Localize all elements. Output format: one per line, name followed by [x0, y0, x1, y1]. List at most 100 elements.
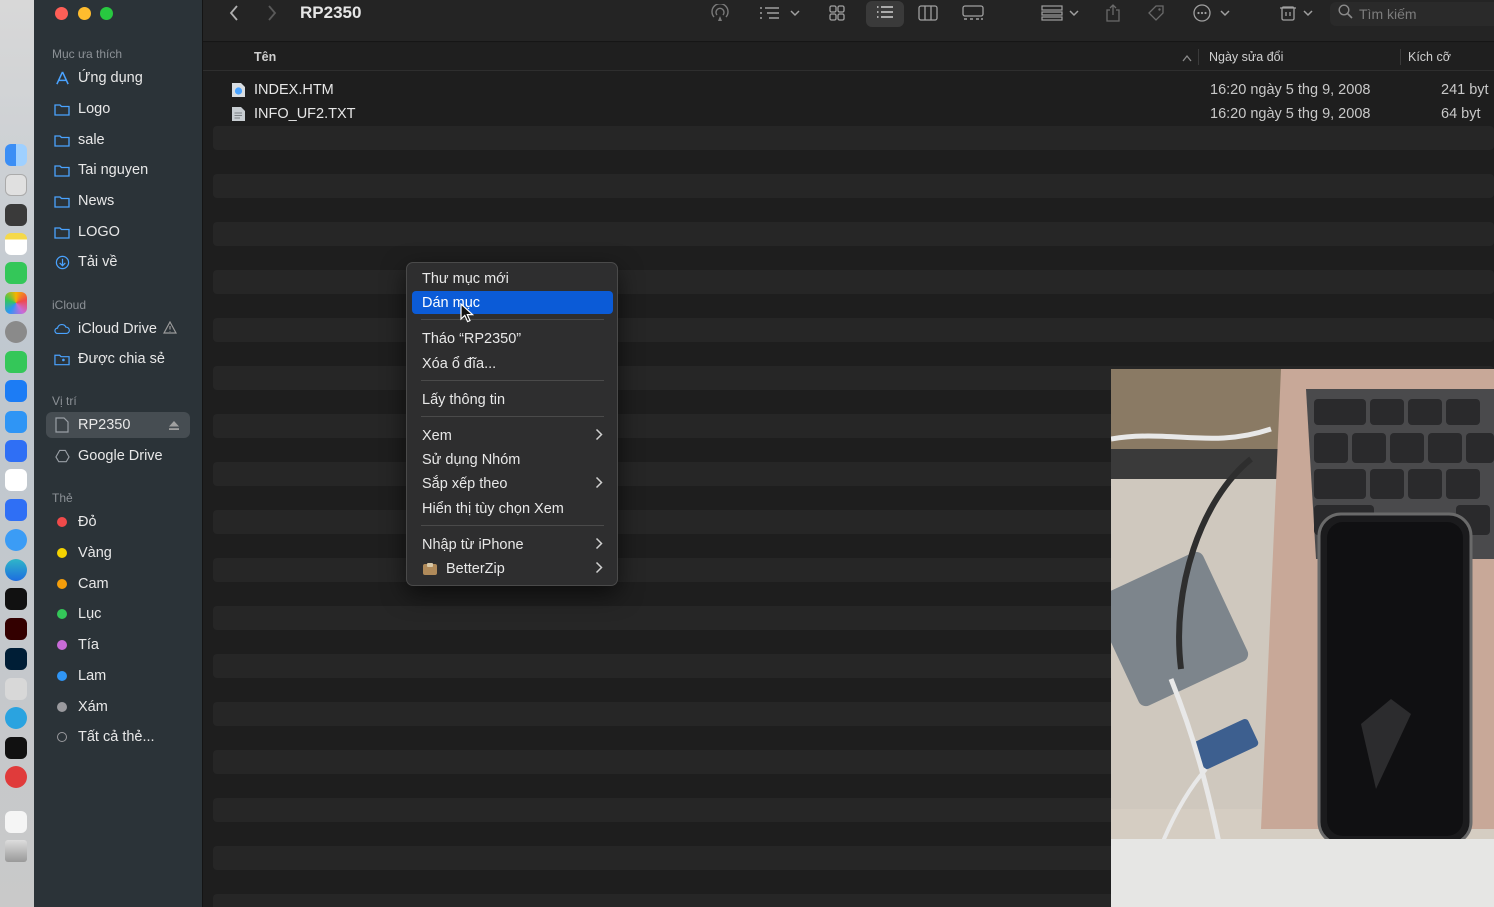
sidebar-tag-gray[interactable]: Xám [46, 694, 190, 720]
sidebar-item-news[interactable]: News [46, 188, 190, 214]
column-view-button[interactable] [916, 4, 940, 26]
sidebar-tag-yellow[interactable]: Vàng [46, 540, 190, 566]
back-button[interactable] [225, 4, 243, 26]
sidebar-tag-blue[interactable]: Lam [46, 663, 190, 689]
sidebar-item-sale[interactable]: sale [46, 127, 190, 153]
menu-item-label: Lấy thông tin [422, 391, 506, 408]
context-menu: Thư mục mới Dán mục Tháo “RP2350” Xóa ổ … [406, 262, 618, 586]
group-button[interactable] [1040, 4, 1080, 26]
menu-item-view[interactable]: Xem [412, 424, 613, 447]
column-name-header[interactable]: Tên [254, 50, 276, 64]
pen-app-dock-icon[interactable] [5, 678, 27, 700]
menu-separator [421, 319, 604, 320]
notes-dock-icon[interactable] [5, 233, 27, 255]
capcut-alt-dock-icon[interactable] [5, 737, 27, 759]
sidebar-item-label: LOGO [78, 224, 120, 240]
sidebar-item-applications[interactable]: Ứng dụng [46, 65, 190, 91]
gray-dot-icon [57, 702, 67, 712]
app-dock-icon[interactable] [5, 440, 27, 462]
forward-button[interactable] [263, 4, 281, 26]
sidebar-item-logo[interactable]: Logo [46, 96, 190, 122]
table-row[interactable]: INFO_UF2.TXT 16:20 ngày 5 thg 9, 2008 64… [213, 102, 1494, 126]
illustrator-dock-icon[interactable] [5, 618, 27, 640]
column-size-header[interactable]: Kích cỡ [1408, 50, 1451, 64]
sidebar-item-rp2350[interactable]: RP2350 [46, 412, 190, 438]
gallery-view-button[interactable] [961, 4, 985, 26]
menu-item-show-view-options[interactable]: Hiển thị tùy chọn Xem [412, 497, 613, 520]
edge-dock-icon[interactable] [5, 559, 27, 581]
menu-item-new-folder[interactable]: Thư mục mới [412, 267, 613, 290]
folder-icon [54, 224, 70, 240]
document-dock-icon[interactable] [5, 811, 27, 833]
sidebar-item-logo-upper[interactable]: LOGO [46, 219, 190, 245]
folder-icon [54, 132, 70, 148]
table-row[interactable]: INDEX.HTM 16:20 ngày 5 thg 9, 2008 241 b… [213, 78, 1494, 102]
photoshop-dock-icon[interactable] [5, 648, 27, 670]
icon-view-button[interactable] [825, 4, 849, 26]
sidebar-item-tai-nguyen[interactable]: Tai nguyen [46, 157, 190, 183]
app-alt-dock-icon[interactable] [5, 766, 27, 788]
sidebar-tag-orange[interactable]: Cam [46, 571, 190, 597]
share-button[interactable] [1102, 3, 1124, 26]
sidebar-tag-red[interactable]: Đỏ [46, 509, 190, 535]
action-button[interactable] [1278, 4, 1314, 26]
chevron-right-icon [595, 476, 603, 493]
menu-separator [421, 416, 604, 417]
airdrop-button[interactable] [708, 2, 732, 26]
forward-icon [267, 4, 277, 26]
column-divider[interactable] [1400, 49, 1401, 65]
sidebar-item-label: Đỏ [78, 514, 97, 530]
sidebar-item-icloud-drive[interactable]: iCloud Drive [46, 316, 190, 342]
minimize-window-button[interactable] [78, 7, 91, 20]
action-icon [1279, 4, 1313, 27]
back-icon [229, 4, 239, 26]
safari-dock-icon[interactable] [5, 529, 27, 551]
launchpad-dock-icon[interactable] [5, 174, 27, 196]
search-input[interactable] [1359, 6, 1479, 22]
finder-dock-icon[interactable] [5, 144, 27, 166]
column-date-header[interactable]: Ngày sửa đổi [1209, 50, 1283, 64]
photos-dock-icon[interactable] [5, 292, 27, 314]
facetime-dock-icon[interactable] [5, 351, 27, 373]
more-button[interactable] [1191, 3, 1231, 26]
row-stripe [213, 126, 1494, 150]
eject-icon[interactable] [168, 419, 180, 435]
tag-button[interactable] [1145, 4, 1167, 26]
shared-folder-icon [54, 351, 70, 367]
menu-item-erase-disk[interactable]: Xóa ổ đĩa... [412, 352, 613, 375]
close-window-button[interactable] [55, 7, 68, 20]
messenger-dock-icon[interactable] [5, 499, 27, 521]
settings-dock-icon[interactable] [5, 321, 27, 343]
column-divider[interactable] [1198, 49, 1199, 65]
chevron-right-icon [595, 428, 603, 445]
app-store-dock-icon[interactable] [5, 380, 27, 402]
zoom-window-button[interactable] [100, 7, 113, 20]
menu-item-eject[interactable]: Tháo “RP2350” [412, 327, 613, 350]
sidebar-item-shared[interactable]: Được chia sẻ [46, 346, 190, 372]
capcut-dock-icon[interactable] [5, 588, 27, 610]
calculator-dock-icon[interactable] [5, 204, 27, 226]
search-field[interactable] [1330, 2, 1494, 26]
telegram-dock-icon[interactable] [5, 707, 27, 729]
menu-item-sort-by[interactable]: Sắp xếp theo [412, 472, 613, 495]
sidebar-item-google-drive[interactable]: Google Drive [46, 443, 190, 469]
sidebar-all-tags[interactable]: Tất cả thẻ... [46, 724, 190, 750]
menu-item-paste[interactable]: Dán mục [412, 291, 613, 314]
menu-item-betterzip[interactable]: BetterZip [412, 557, 613, 580]
sidebar-item-downloads[interactable]: Tải về [46, 249, 190, 275]
icon-view-icon [829, 4, 845, 26]
mail-dock-icon[interactable] [5, 411, 27, 433]
menu-item-use-groups[interactable]: Sử dụng Nhóm [412, 448, 613, 471]
menu-item-import-from-iphone[interactable]: Nhập từ iPhone [412, 533, 613, 556]
trash-dock-icon[interactable] [5, 840, 27, 862]
menu-item-get-info[interactable]: Lấy thông tin [412, 388, 613, 411]
sidebar-tag-purple[interactable]: Tía [46, 632, 190, 658]
list-options-button[interactable] [756, 4, 802, 26]
zalo-dock-icon[interactable] [5, 469, 27, 491]
menu-item-label: Xem [422, 427, 452, 444]
list-options-icon [758, 6, 800, 25]
messages-dock-icon[interactable] [5, 262, 27, 284]
sidebar-tag-green[interactable]: Lục [46, 601, 190, 627]
list-view-button[interactable] [866, 1, 904, 27]
menu-item-label: Thư mục mới [422, 270, 509, 287]
